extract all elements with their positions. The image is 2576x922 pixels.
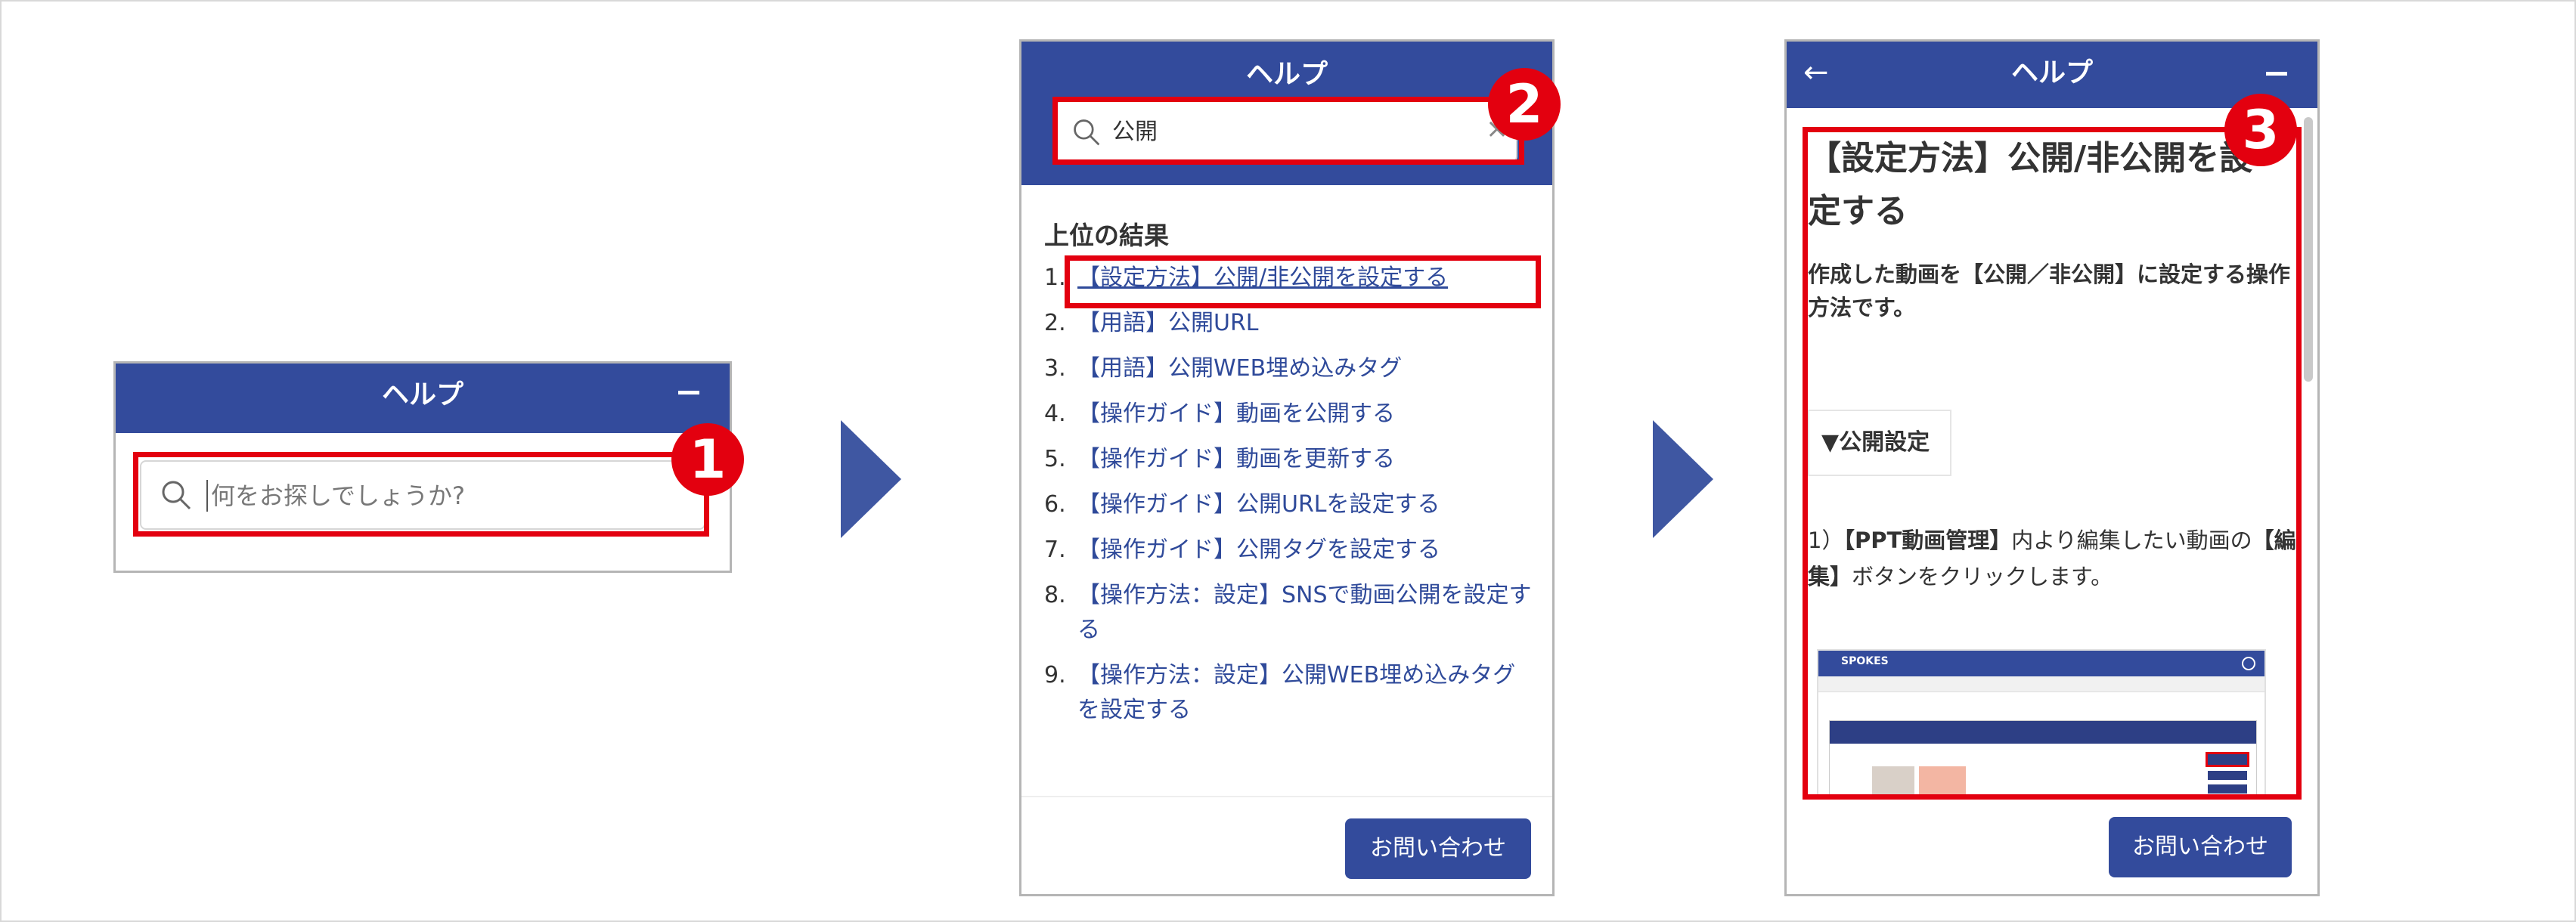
result-link[interactable]: 【用語】公開URL: [1077, 310, 1259, 336]
help-title: ヘルプ: [381, 379, 463, 410]
result-item[interactable]: 5. 【操作ガイド】動画を更新する: [1044, 442, 1536, 477]
step-badge-1: 1: [671, 423, 744, 496]
step-badge-3: 3: [2224, 94, 2297, 166]
results-heading: 上位の結果: [1044, 221, 1169, 250]
next-arrow: [841, 420, 901, 538]
help-title: ヘルプ: [1245, 59, 1328, 90]
next-arrow: [1653, 420, 1713, 538]
results-list: 1. 【設定方法】公開/非公開を設定する 2. 【用語】公開URL 3. 【用語】公開…: [1044, 261, 1536, 738]
help-header: ヘルプ: [116, 364, 730, 433]
minimize-icon[interactable]: [678, 391, 699, 394]
result-item[interactable]: 3. 【用語】公開WEB埋め込みタグ: [1044, 351, 1536, 386]
result-item[interactable]: 8. 【操作方法：設定】SNSで動画公開を設定する: [1044, 578, 1536, 648]
panel-footer: お問い合わせ: [1787, 796, 2317, 894]
result-link[interactable]: 【用語】公開WEB埋め込みタグ: [1077, 355, 1402, 382]
result-link[interactable]: 【操作ガイド】動画を更新する: [1077, 446, 1395, 472]
result-item[interactable]: 4. 【操作ガイド】動画を公開する: [1044, 397, 1536, 432]
highlight-search-box: [1052, 97, 1524, 165]
help-title: ヘルプ: [2010, 57, 2093, 88]
contact-button[interactable]: お問い合わせ: [2109, 817, 2292, 877]
result-item[interactable]: 9. 【操作方法：設定】公開WEB埋め込みタグを設定する: [1044, 658, 1536, 728]
step-badge-2: 2: [1488, 68, 1561, 141]
result-item[interactable]: 6. 【操作ガイド】公開URLを設定する: [1044, 487, 1536, 522]
highlight-article: [1803, 127, 2302, 800]
panel-footer: お問い合わせ: [1021, 796, 1552, 894]
result-link[interactable]: 【操作方法：設定】SNSで動画公開を設定する: [1077, 582, 1532, 643]
help-panel-search-results: ヘルプ 公開 × 上位の結果 1.【設定方法】公開/非公開を設定する 2.【用語…: [1019, 39, 1555, 896]
result-link[interactable]: 【操作方法：設定】公開WEB埋め込みタグを設定する: [1077, 662, 1515, 723]
result-link[interactable]: 【操作ガイド】公開タグを設定する: [1077, 537, 1440, 563]
result-link[interactable]: 【操作ガイド】公開URLを設定する: [1077, 491, 1440, 518]
result-item[interactable]: 7. 【操作ガイド】公開タグを設定する: [1044, 533, 1536, 568]
help-header: ← ヘルプ: [1787, 42, 2317, 108]
highlight-first-result: [1065, 255, 1541, 308]
result-link[interactable]: 【操作ガイド】動画を公開する: [1077, 401, 1395, 427]
highlight-search-box: [133, 452, 709, 537]
result-item[interactable]: 2. 【用語】公開URL: [1044, 306, 1536, 341]
scrollbar[interactable]: [2304, 117, 2313, 382]
contact-button[interactable]: お問い合わせ: [1345, 818, 1531, 879]
minimize-icon[interactable]: [2266, 72, 2287, 76]
